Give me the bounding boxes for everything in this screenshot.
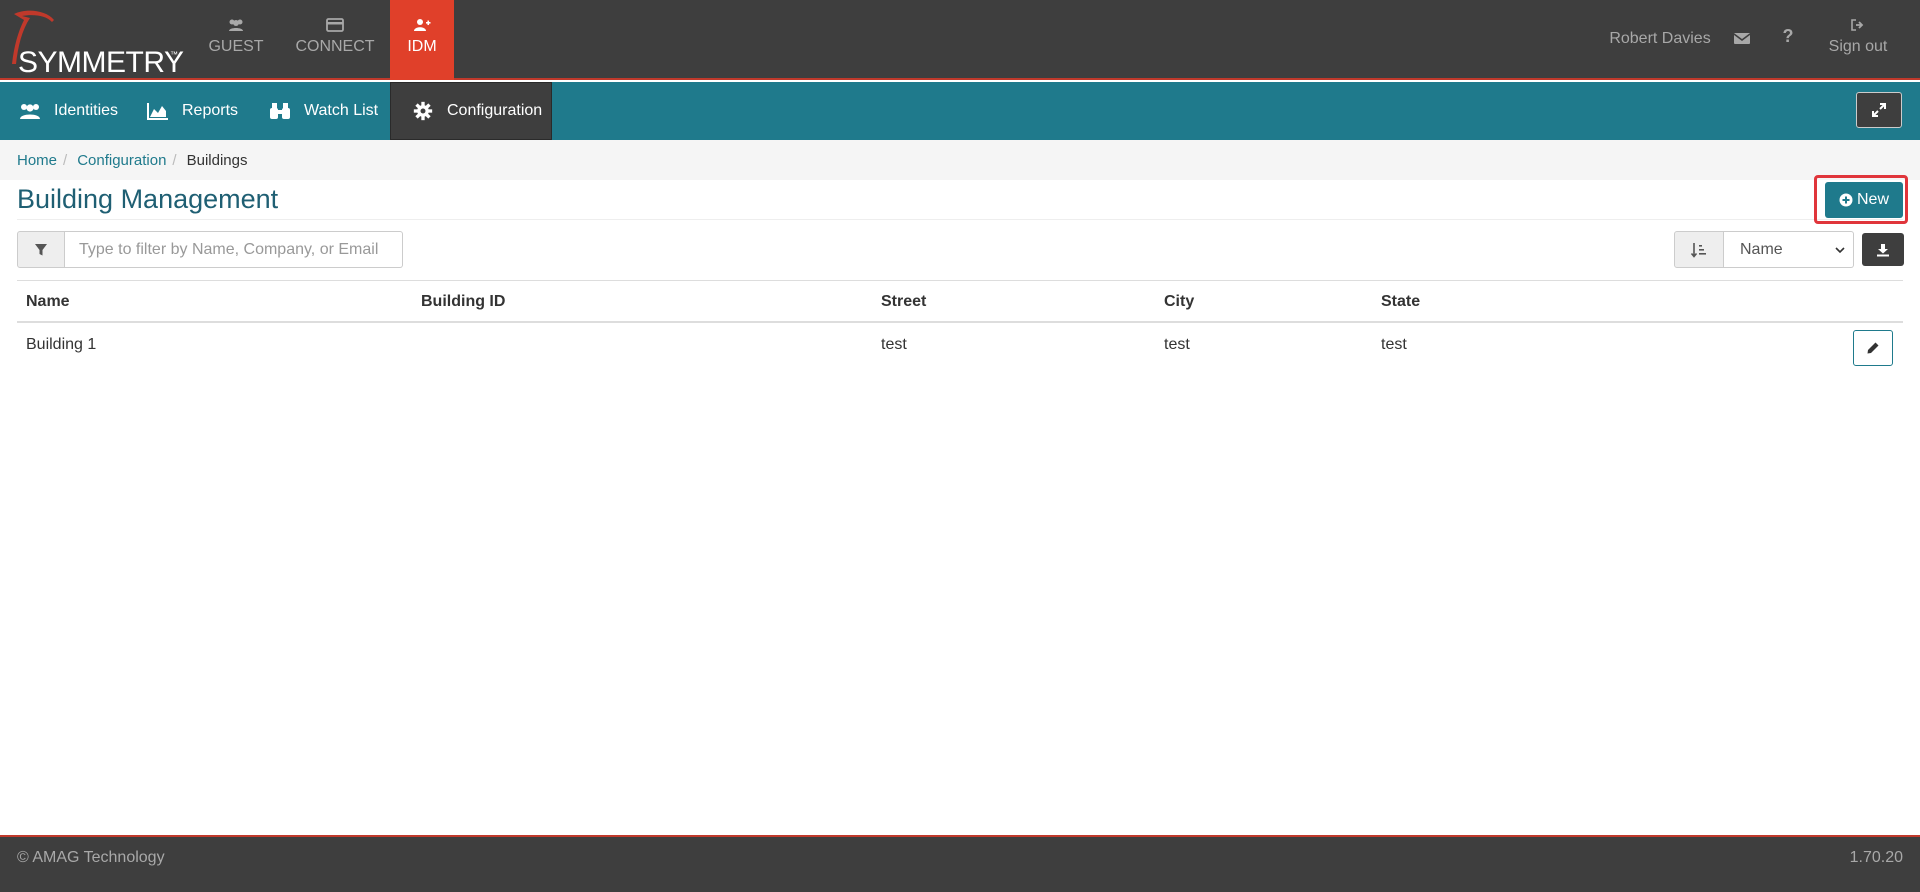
app-tab-guest[interactable]: GUEST bbox=[196, 0, 276, 80]
chevron-down-icon bbox=[1835, 247, 1845, 254]
cell-state: test bbox=[1381, 336, 1407, 353]
buildings-table: Name Building ID Street City State Build… bbox=[17, 280, 1903, 385]
fullscreen-button[interactable] bbox=[1856, 92, 1902, 128]
column-header-street[interactable]: Street bbox=[881, 293, 926, 311]
page-title: Building Management bbox=[17, 184, 279, 214]
breadcrumb-separator: / bbox=[63, 152, 68, 169]
column-header-state[interactable]: State bbox=[1381, 293, 1420, 311]
new-button-label: New bbox=[1856, 191, 1889, 208]
help-icon[interactable]: ? bbox=[1778, 26, 1798, 48]
column-header-name[interactable]: Name bbox=[26, 293, 70, 311]
nav-watch-list[interactable]: Watch List bbox=[268, 82, 378, 140]
user-plus-icon bbox=[414, 19, 431, 31]
expand-icon bbox=[1872, 103, 1886, 117]
cell-name: Building 1 bbox=[26, 336, 97, 353]
sign-out-icon bbox=[1851, 19, 1864, 31]
breadcrumb-configuration[interactable]: Configuration bbox=[77, 152, 166, 169]
gear-icon bbox=[413, 101, 433, 121]
filter-group bbox=[17, 231, 403, 268]
logo-text: SYMMETRY bbox=[18, 46, 184, 79]
nav-configuration-label: Configuration bbox=[447, 102, 543, 119]
sign-out-button[interactable]: Sign out bbox=[1820, 18, 1896, 56]
nav-configuration[interactable]: Configuration bbox=[390, 82, 552, 140]
nav-identities[interactable]: Identities bbox=[18, 82, 118, 140]
edit-button[interactable] bbox=[1853, 330, 1893, 366]
symmetry-logo[interactable]: SYMMETRY ™ bbox=[6, 6, 184, 79]
copyright-text: © AMAG Technology bbox=[17, 849, 165, 866]
sort-group: Name bbox=[1674, 231, 1854, 268]
divider bbox=[17, 219, 1903, 220]
app-tab-idm[interactable]: IDM bbox=[390, 0, 454, 80]
user-name[interactable]: Robert Davies bbox=[1600, 30, 1720, 48]
users-icon bbox=[20, 104, 40, 119]
table-header: Name Building ID Street City State bbox=[17, 280, 1903, 323]
sort-selected-value: Name bbox=[1740, 240, 1783, 258]
breadcrumb: Home / Configuration / Buildings bbox=[17, 152, 247, 169]
filter-addon bbox=[17, 231, 65, 268]
sign-out-label: Sign out bbox=[1828, 38, 1888, 55]
app-tab-label: GUEST bbox=[208, 38, 264, 55]
footer: © AMAG Technology 1.70.20 bbox=[0, 835, 1920, 892]
nav-reports[interactable]: Reports bbox=[146, 82, 238, 140]
breadcrumb-separator: / bbox=[172, 152, 177, 169]
area-chart-icon bbox=[147, 103, 168, 120]
column-header-building-id[interactable]: Building ID bbox=[421, 293, 505, 311]
binoculars-icon bbox=[270, 103, 290, 119]
plus-circle-icon bbox=[1839, 193, 1853, 207]
filter-icon bbox=[35, 243, 47, 255]
table-row[interactable]: Building 1 test test test bbox=[17, 323, 1903, 385]
users-icon bbox=[229, 19, 243, 31]
cell-street: test bbox=[881, 336, 907, 353]
download-button[interactable] bbox=[1862, 233, 1904, 266]
breadcrumb-home[interactable]: Home bbox=[17, 152, 57, 169]
app-tab-label: IDM bbox=[407, 38, 437, 55]
new-button[interactable]: New bbox=[1825, 182, 1903, 218]
nav-identities-label: Identities bbox=[54, 102, 119, 119]
card-icon bbox=[326, 18, 344, 32]
download-icon bbox=[1877, 243, 1889, 256]
app-tab-connect[interactable]: CONNECT bbox=[286, 0, 384, 80]
breadcrumb-bar: Home / Configuration / Buildings bbox=[0, 140, 1920, 180]
sort-direction-button[interactable] bbox=[1674, 231, 1724, 268]
breadcrumb-current: Buildings bbox=[186, 152, 248, 169]
nav-watch-list-label: Watch List bbox=[304, 102, 379, 119]
pencil-icon bbox=[1867, 342, 1879, 354]
sort-field-select[interactable]: Name bbox=[1724, 231, 1854, 268]
logo-trademark: ™ bbox=[170, 50, 178, 59]
module-nav-bar: Identities Reports Watch List Configurat… bbox=[0, 82, 1920, 140]
app-tab-label: CONNECT bbox=[295, 38, 375, 55]
nav-reports-label: Reports bbox=[182, 102, 239, 119]
envelope-icon[interactable] bbox=[1732, 28, 1752, 48]
filter-input[interactable] bbox=[65, 231, 403, 268]
column-header-city[interactable]: City bbox=[1164, 293, 1194, 311]
top-bar: SYMMETRY ™ GUEST CONNECT IDM Robert Davi… bbox=[0, 0, 1920, 80]
version-text: 1.70.20 bbox=[1849, 849, 1903, 866]
sort-ascending-icon bbox=[1690, 242, 1706, 258]
cell-city: test bbox=[1164, 336, 1190, 353]
